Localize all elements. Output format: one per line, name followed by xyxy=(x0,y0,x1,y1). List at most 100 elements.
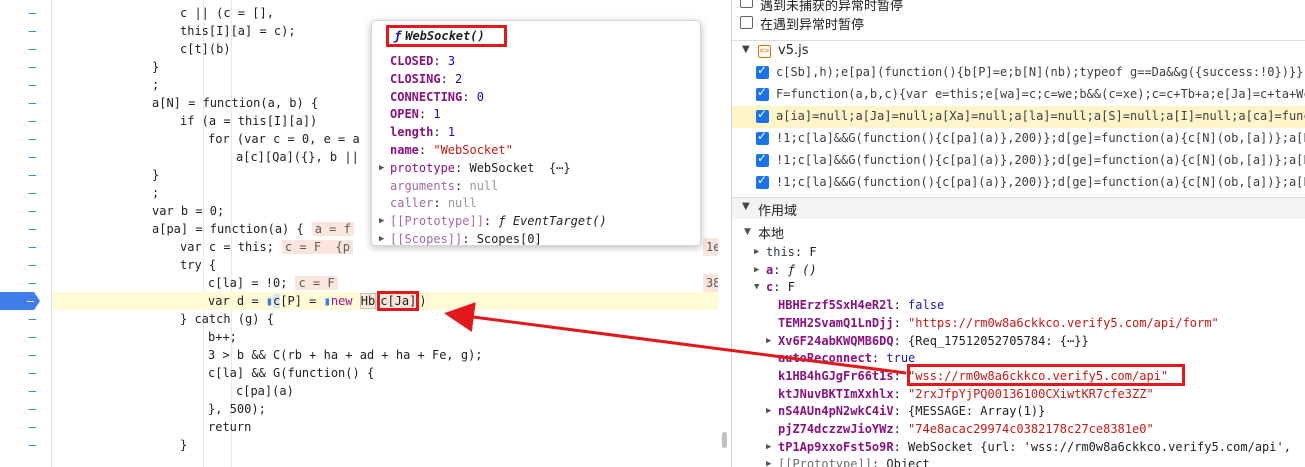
expand-arrow-icon[interactable]: ▶ xyxy=(379,213,384,230)
inline-value: a = f xyxy=(311,222,354,236)
expand-arrow-icon[interactable]: ▶ xyxy=(754,243,759,261)
scope-variable[interactable]: HBHErzf5SxH4eR2l: false xyxy=(778,296,944,314)
breakpoint-row[interactable]: !1;c[la]&&G(function(){c[pa](a)},200)};d… xyxy=(732,128,1305,150)
popover-property[interactable]: ▶ [[Prototype]]: ƒ EventTarget() xyxy=(379,213,607,230)
scope-section-header[interactable]: ▼ 作用域 xyxy=(732,197,1305,219)
variable-sep: : xyxy=(893,404,909,419)
scope-section-label: 作用域 xyxy=(758,204,798,219)
variable-name: Xv6F24abKWQMB6DQ xyxy=(778,333,894,348)
code-line: try { xyxy=(53,256,718,274)
scope-variable[interactable]: ▶ a: ƒ () xyxy=(754,261,817,279)
code-text: a[c][Qa]({}, b || xyxy=(236,150,359,164)
pause-caught-label: 在遇到异常时暂停 xyxy=(760,18,865,33)
gutter-marker[interactable]: – xyxy=(0,166,52,184)
expand-arrow-icon[interactable]: ▶ xyxy=(766,402,771,420)
property-value: ƒ EventTarget() xyxy=(498,214,607,229)
scope-variable[interactable]: ▶ this: F xyxy=(754,243,817,261)
code-text: c[la] = !0; xyxy=(208,276,288,290)
variable-sep: : xyxy=(893,333,909,348)
gutter-marker[interactable]: – xyxy=(0,76,52,94)
editor-scrollbar[interactable] xyxy=(718,0,730,467)
code-line: } catch (g) { xyxy=(53,310,718,328)
gutter-marker[interactable]: – xyxy=(0,202,52,220)
expand-arrow-icon[interactable]: ▶ xyxy=(379,160,384,177)
chevron-down-icon[interactable]: ▼ xyxy=(754,278,759,296)
pause-caught-checkbox[interactable] xyxy=(740,16,753,29)
gutter-marker[interactable]: – xyxy=(0,148,52,166)
gutter-marker[interactable]: – xyxy=(0,346,52,364)
breakpoint-marker[interactable]: – xyxy=(0,292,40,310)
scope-variable[interactable]: ▶ nS4AUn4pN2wkC4iV: {MESSAGE: Array(1)} xyxy=(766,402,1045,420)
line-gutter[interactable]: – – – – – – – – – – – – – – – – – – – – – – – – – xyxy=(0,0,52,467)
property-value: null xyxy=(447,196,477,211)
pause-uncaught-checkbox[interactable] xyxy=(740,0,753,8)
popover-property[interactable]: ▶ prototype: WebSocket {⋯} xyxy=(379,160,571,177)
gutter-marker[interactable]: – xyxy=(0,40,52,58)
scope-variable[interactable]: ▶ tP1Ap9xxoFst5o9R: WebSocket {url: 'wss:… xyxy=(766,438,1291,456)
gutter-marker[interactable]: – xyxy=(0,130,52,148)
variable-name: ktJNuvBKTImXxhlx xyxy=(778,386,894,401)
gutter-marker[interactable]: – xyxy=(0,364,52,382)
function-icon: ƒ xyxy=(394,29,402,43)
breakpoint-row[interactable]: c[Sb],h);e[pa](function(){b[P]=e;b[N](nb… xyxy=(732,62,1305,84)
code-text: } xyxy=(152,168,160,182)
property-value: "WebSocket" xyxy=(433,143,513,157)
breakpoint-checkbox[interactable] xyxy=(756,151,769,167)
breakpoint-row[interactable]: !1;c[la]&&G(function(){c[pa](a)},200)};d… xyxy=(732,172,1305,194)
chevron-down-icon[interactable]: ▼ xyxy=(742,201,750,212)
breakpoints-file-header[interactable]: ▼ <> v5.js xyxy=(732,40,1305,62)
chevron-down-icon[interactable]: ▼ xyxy=(742,44,750,55)
scope-variable[interactable]: TEMH2SvamQ1LnDjj: "https://rm0w8a6ckkco.… xyxy=(778,314,1219,332)
gutter-marker[interactable]: – xyxy=(0,220,52,238)
chevron-down-icon[interactable]: ▼ xyxy=(744,227,751,237)
expand-arrow-icon[interactable]: ▶ xyxy=(379,231,384,248)
expand-arrow-icon[interactable]: ▶ xyxy=(766,332,771,350)
gutter-marker[interactable]: – xyxy=(0,310,52,328)
scope-variable[interactable]: pjZ74dczzwJioYWz: "74e8acac29974c0382178… xyxy=(778,420,1154,438)
gutter-marker[interactable]: – xyxy=(0,94,52,112)
expand-arrow-icon[interactable]: ▶ xyxy=(766,455,771,467)
breakpoint-row[interactable]: F=function(a,b,c){var e=this;e[wa]=c;c=w… xyxy=(732,84,1305,106)
breakpoint-row[interactable]: !1;c[la]&&G(function(){c[pa](a)},200)};d… xyxy=(732,150,1305,172)
expand-arrow-icon[interactable]: ▶ xyxy=(766,438,771,456)
gutter-marker[interactable]: – xyxy=(0,184,52,202)
property-sep: : xyxy=(418,143,434,157)
variable-value: F xyxy=(809,245,817,259)
gutter-marker[interactable]: – xyxy=(0,4,52,22)
variable-value: "2rxJfpYjPQ00136100CXiwtKR7cfe3ZZ" xyxy=(908,386,1154,401)
variable-sep: : xyxy=(893,315,909,330)
debugger-sidebar: 遇到未捕获的异常时暂停 在遇到异常时暂停 ▼ <> v5.js c[Sb],h)… xyxy=(731,0,1305,467)
gutter-marker[interactable]: – xyxy=(0,328,52,346)
gutter-marker[interactable]: – xyxy=(0,418,52,436)
local-scope-label[interactable]: 本地 xyxy=(758,223,784,242)
gutter-marker[interactable]: – xyxy=(0,112,52,130)
variable-value: "74e8acac29974c0382178c27ce8381e0" xyxy=(908,422,1154,436)
code-line: } xyxy=(53,436,718,454)
gutter-marker[interactable]: – xyxy=(0,58,52,76)
gutter-marker[interactable]: – xyxy=(0,382,52,400)
breakpoint-checkbox[interactable] xyxy=(756,63,769,79)
scope-variable[interactable]: ktJNuvBKTImXxhlx: "2rxJfpYjPQ00136100CXi… xyxy=(778,385,1154,403)
breakpoint-checkbox[interactable] xyxy=(756,85,769,101)
gutter-marker[interactable]: – xyxy=(0,400,52,418)
code-token: new xyxy=(330,294,360,308)
scope-variable[interactable]: ▼ c: F xyxy=(754,278,795,296)
gutter-marker[interactable]: – xyxy=(0,238,52,256)
code-text: c[la] && G(function() { xyxy=(208,366,375,380)
gutter-marker[interactable]: – xyxy=(0,274,52,292)
gutter-marker[interactable]: – xyxy=(0,256,52,274)
property-sep: : xyxy=(433,125,448,140)
breakpoint-checkbox[interactable] xyxy=(756,129,769,145)
gutter-marker[interactable]: – xyxy=(0,22,52,40)
breakpoint-checkbox[interactable] xyxy=(756,173,769,189)
scrollbar-thumb[interactable] xyxy=(722,432,727,448)
expand-arrow-icon[interactable]: ▶ xyxy=(754,261,759,279)
breakpoint-row[interactable]: a[ia]=null;a[Ja]=null;a[Xa]=null;a[la]=n… xyxy=(732,106,1305,128)
scope-variable[interactable]: autoReconnect: true xyxy=(778,349,915,367)
scope-variable[interactable]: ▶ [[Prototype]]: Object xyxy=(766,455,930,467)
breakpoint-checkbox[interactable] xyxy=(756,107,769,123)
popover-property: arguments: null xyxy=(390,178,498,195)
popover-property[interactable]: ▶ [[Scopes]]: Scopes[0] xyxy=(379,231,542,248)
gutter-marker[interactable]: – xyxy=(0,436,52,454)
scope-variable[interactable]: ▶ Xv6F24abKWQMB6DQ: {Req_17512052705784: … xyxy=(766,332,1089,350)
